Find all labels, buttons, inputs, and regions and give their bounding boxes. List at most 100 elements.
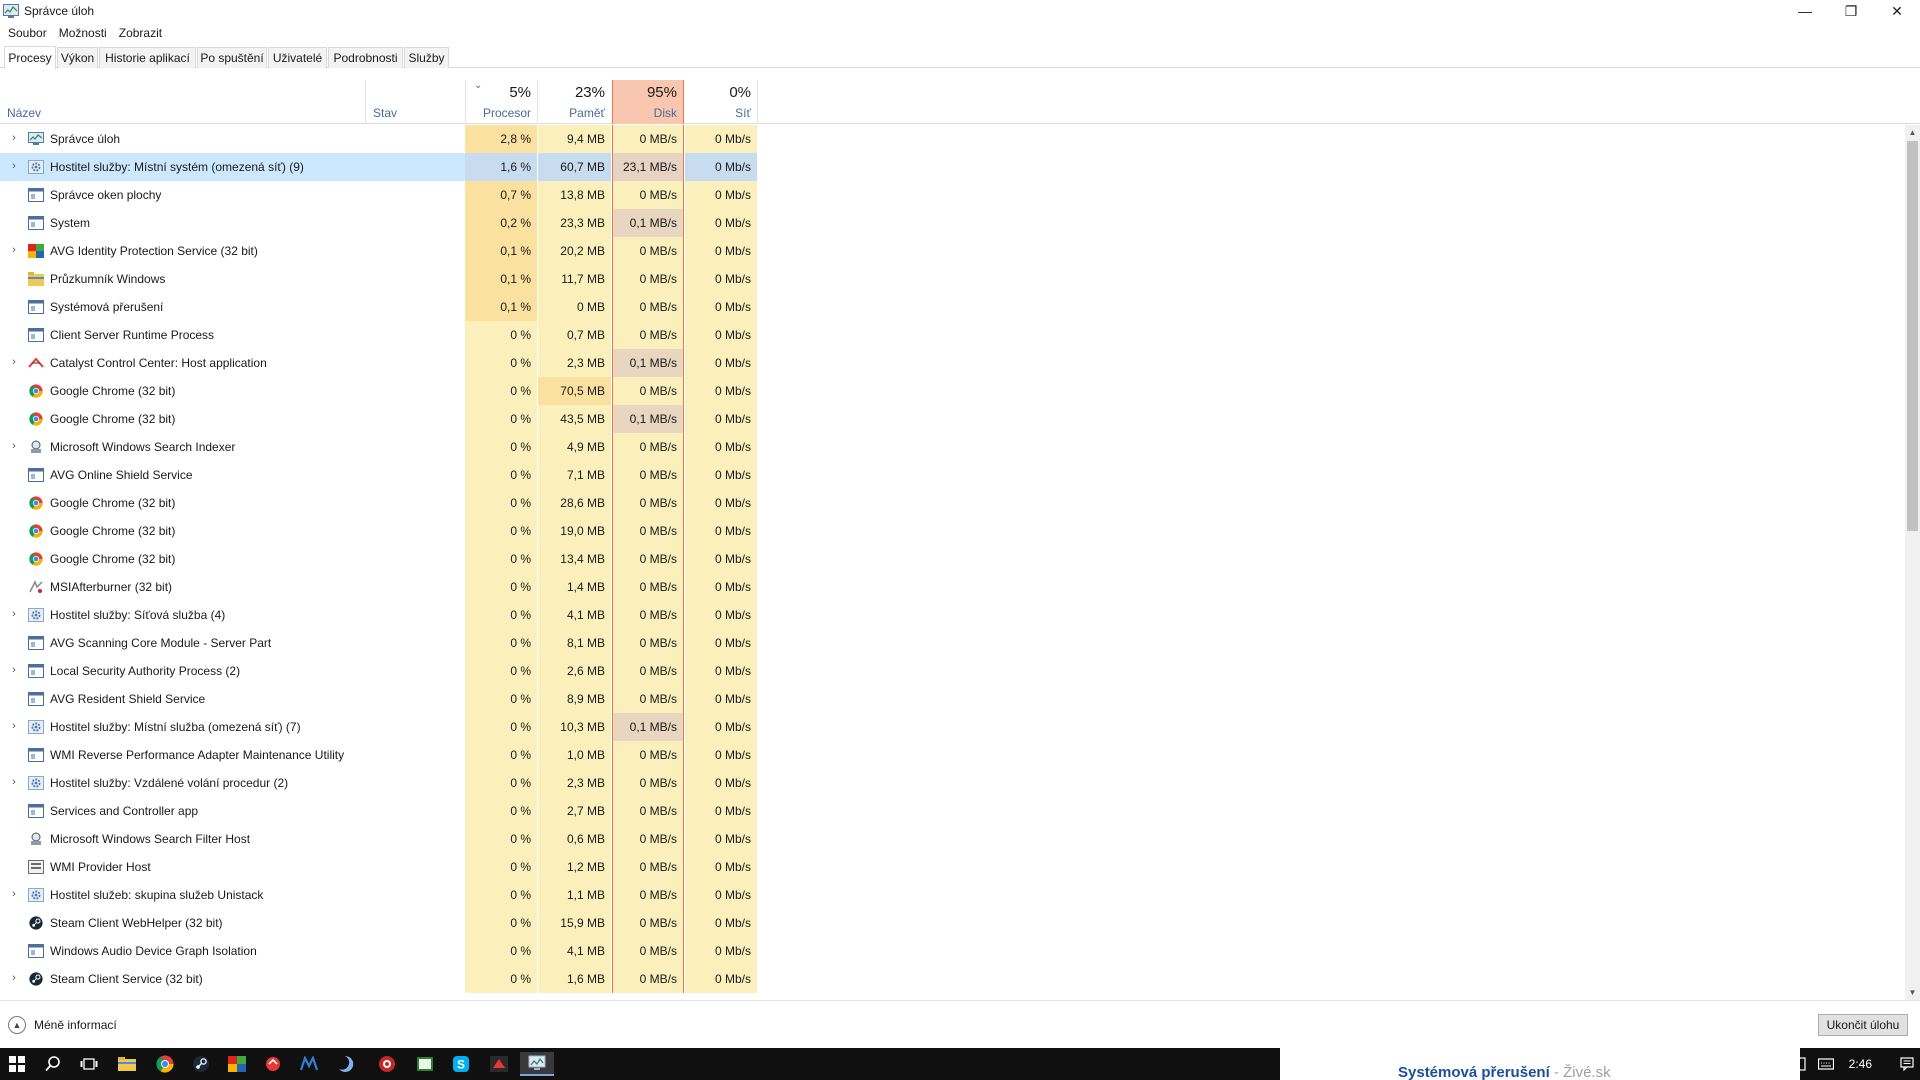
process-row[interactable]: › Hostitel služby: Síťová služba (4) 0 % 4,…	[0, 601, 1905, 629]
chrome-icon[interactable]	[150, 1052, 180, 1076]
process-row[interactable]: › Správce úloh 2,8 % 9,4 MB 0 MB/s 0 Mb/s	[0, 125, 1905, 153]
process-row[interactable]: Google Chrome (32 bit) 0 % 19,0 MB 0 MB/s 0 …	[0, 517, 1905, 545]
process-row[interactable]: Client Server Runtime Process 0 % 0,7 MB 0 …	[0, 321, 1905, 349]
expand-chevron-icon[interactable]: ›	[8, 440, 20, 454]
process-row[interactable]: Google Chrome (32 bit) 0 % 13,4 MB 0 MB/s 0 …	[0, 545, 1905, 573]
process-row[interactable]: › Hostitel služeb: skupina služeb Unistac…	[0, 881, 1905, 909]
column-name[interactable]: Název	[0, 80, 365, 124]
process-row[interactable]: › Microsoft Windows Search Indexer 0 % 4,9 …	[0, 433, 1905, 461]
gear-service-icon	[28, 776, 44, 790]
process-row[interactable]: Google Chrome (32 bit) 0 % 70,5 MB 0 MB/s 0 …	[0, 377, 1905, 405]
expand-chevron-icon[interactable]: ›	[8, 132, 20, 146]
steam-icon[interactable]	[186, 1052, 216, 1076]
process-row[interactable]: System 0,2 % 23,3 MB 0,1 MB/s 0 Mb/s	[0, 209, 1905, 237]
process-row[interactable]: › Hostitel služby: Místní služba (omezená…	[0, 713, 1905, 741]
process-row[interactable]: WMI Provider Host 0 % 1,2 MB 0 MB/s 0 Mb/s	[0, 853, 1905, 881]
process-row[interactable]: Google Chrome (32 bit) 0 % 28,6 MB 0 MB/s 0 …	[0, 489, 1905, 517]
expand-chevron-icon[interactable]: ›	[8, 972, 20, 986]
process-row[interactable]: Systémová přerušení 0,1 % 0 MB 0 MB/s 0 Mb/s	[0, 293, 1905, 321]
taskmgr-icon[interactable]	[520, 1052, 554, 1076]
file-explorer-icon[interactable]	[112, 1052, 142, 1076]
expand-chevron-icon[interactable]: ›	[8, 776, 20, 790]
start-icon[interactable]	[2, 1052, 32, 1076]
menu-view[interactable]: Zobrazit	[113, 26, 168, 40]
process-row[interactable]: › AVG Identity Protection Service (32 bit…	[0, 237, 1905, 265]
media-icon[interactable]	[410, 1052, 440, 1076]
skype-icon[interactable]: S	[446, 1052, 476, 1076]
process-row[interactable]: › Hostitel služby: Vzdálené volání proced…	[0, 769, 1905, 797]
cpu-cell: 0 %	[465, 657, 537, 685]
amd-icon[interactable]	[258, 1052, 288, 1076]
expand-chevron-icon[interactable]: ›	[8, 356, 20, 370]
end-task-button[interactable]: Ukončit úlohu	[1818, 1014, 1908, 1036]
fewer-details-button[interactable]: ▲ Méně informací	[8, 1016, 117, 1034]
column-status[interactable]: Stav	[366, 80, 465, 124]
process-row[interactable]: › Catalyst Control Center: Host applicati…	[0, 349, 1905, 377]
tablet-mode-icon[interactable]	[1787, 1048, 1813, 1080]
vertical-scrollbar[interactable]: ▲ ▼	[1905, 125, 1920, 1000]
disk-cell: 0 MB/s	[612, 797, 684, 825]
process-row[interactable]: Správce oken plochy 0,7 % 13,8 MB 0 MB/s 0 M…	[0, 181, 1905, 209]
column-divider[interactable]	[757, 80, 758, 124]
process-row[interactable]: Services and Controller app 0 % 2,7 MB 0 MB…	[0, 797, 1905, 825]
cpu-cell: 0 %	[465, 853, 537, 881]
scrollbar-thumb[interactable]	[1907, 141, 1918, 531]
column-network[interactable]: 0% Síť	[685, 80, 757, 124]
tab-performance[interactable]: Výkon	[57, 47, 98, 68]
expand-chevron-icon[interactable]: ›	[8, 888, 20, 902]
expand-chevron-icon[interactable]: ›	[8, 664, 20, 678]
memory-cell: 0,7 MB	[538, 321, 611, 349]
disk-cell: 0 MB/s	[612, 685, 684, 713]
expand-chevron-icon[interactable]: ›	[8, 720, 20, 734]
process-row[interactable]: AVG Resident Shield Service 0 % 8,9 MB 0 MB…	[0, 685, 1905, 713]
background-window-preview[interactable]: Systémová přerušení - Živé.sk	[1280, 1048, 1800, 1080]
tab-users[interactable]: Uživatelé	[268, 47, 327, 68]
avg-icon[interactable]	[222, 1052, 252, 1076]
window-app-icon	[28, 944, 44, 958]
expand-chevron-icon[interactable]: ›	[8, 608, 20, 622]
process-row[interactable]: Windows Audio Device Graph Isolation 0 % 4…	[0, 937, 1905, 965]
task-view-icon[interactable]	[74, 1052, 104, 1076]
tab-services[interactable]: Služby	[404, 47, 449, 68]
malwarebytes-icon[interactable]	[294, 1052, 324, 1076]
process-row[interactable]: › Steam Client Service (32 bit) 0 % 1,6 MB 0…	[0, 965, 1905, 993]
process-row[interactable]: MSIAfterburner (32 bit) 0 % 1,4 MB 0 MB/s 0 …	[0, 573, 1905, 601]
search-icon[interactable]	[38, 1052, 68, 1076]
process-row[interactable]: WMI Reverse Performance Adapter Maintena…	[0, 741, 1905, 769]
process-row[interactable]: Průzkumník Windows 0,1 % 11,7 MB 0 MB/s 0 Mb…	[0, 265, 1905, 293]
expand-chevron-icon[interactable]: ›	[8, 244, 20, 258]
process-row[interactable]: AVG Online Shield Service 0 % 7,1 MB 0 MB/s…	[0, 461, 1905, 489]
process-row[interactable]: › Hostitel služby: Místní systém (omezená…	[0, 153, 1905, 181]
taskbar-clock[interactable]: 2:46	[1839, 1057, 1894, 1071]
process-row[interactable]: Google Chrome (32 bit) 0 % 43,5 MB 0,1 MB/s…	[0, 405, 1905, 433]
keyboard-icon[interactable]	[1813, 1048, 1839, 1080]
process-row[interactable]: AVG Scanning Core Module - Server Part 0 …	[0, 629, 1905, 657]
close-button[interactable]: ✕	[1874, 0, 1920, 22]
tab-app-history[interactable]: Historie aplikací	[99, 47, 196, 68]
column-disk[interactable]: 95% Disk	[612, 80, 684, 124]
network-cell: 0 Mb/s	[685, 405, 757, 433]
notification-icon[interactable]	[1894, 1048, 1920, 1080]
scroll-up-icon[interactable]: ▲	[1905, 125, 1920, 140]
scroll-down-icon[interactable]: ▼	[1905, 985, 1920, 1000]
column-cpu[interactable]: ⌄ 5% Procesor	[466, 80, 537, 124]
process-row[interactable]: Steam Client WebHelper (32 bit) 0 % 15,9 M…	[0, 909, 1905, 937]
menu-options[interactable]: Možnosti	[53, 26, 113, 40]
chevron-up-icon[interactable]	[1761, 1048, 1787, 1080]
tab-startup[interactable]: Po spuštění	[197, 47, 267, 68]
expand-chevron-icon[interactable]: ›	[8, 160, 20, 174]
process-row[interactable]: Microsoft Windows Search Filter Host 0 % 0…	[0, 825, 1905, 853]
column-memory[interactable]: 23% Paměť	[538, 80, 611, 124]
catalyst-icon[interactable]	[484, 1052, 514, 1076]
tab-processes[interactable]: Procesy	[4, 46, 56, 69]
folder-icon	[28, 272, 44, 286]
window-app-icon	[28, 216, 44, 230]
tab-details[interactable]: Podrobnosti	[328, 47, 403, 68]
menu-file[interactable]: Soubor	[2, 26, 53, 40]
minimize-button[interactable]: —	[1782, 0, 1828, 22]
chrome-icon	[28, 412, 44, 426]
app-icon[interactable]	[330, 1052, 360, 1076]
maximize-button[interactable]: ❐	[1828, 0, 1874, 22]
process-row[interactable]: › Local Security Authority Process (2) 0 %…	[0, 657, 1905, 685]
afterburner-icon[interactable]	[372, 1052, 402, 1076]
